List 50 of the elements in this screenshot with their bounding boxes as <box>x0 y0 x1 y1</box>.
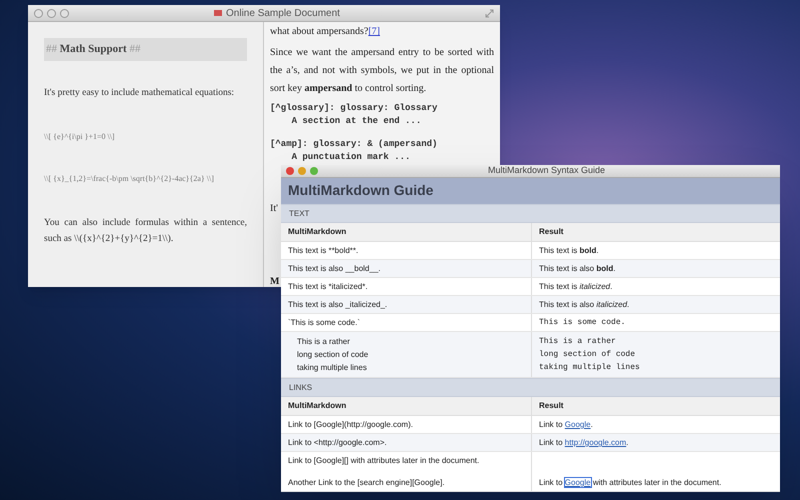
section-label: TEXT <box>289 208 310 220</box>
table-cell-text: This text is also _italicized_. <box>287 299 388 311</box>
table-cell: Link to Google with attributes later in the document. <box>539 477 722 488</box>
table-cell: This is some code. <box>531 314 780 331</box>
column-header: MultiMarkdown <box>287 400 348 412</box>
table-cell-text: This text is **bold**. <box>287 245 360 257</box>
code-text: [^glossary]: glossary: Glossary A section at the end ... <box>270 102 438 128</box>
table-cell-text: Link to [Google][] with attributes later in the document. Another Link to the [search engine][Google]. <box>287 455 480 489</box>
table-cell-text: Link to [Google](http://google.com). <box>287 419 414 431</box>
table-cell: Link to Google. <box>539 419 593 430</box>
document-icon <box>214 10 222 16</box>
guide-heading: MultiMarkdown Guide <box>288 181 434 200</box>
fullscreen-icon[interactable] <box>485 8 494 18</box>
table-cell: This is a rather long section of code taking multiple lines <box>531 332 780 377</box>
column-header: Result <box>531 397 780 415</box>
paragraph: It's pretty easy to include mathematical equations: <box>44 86 236 100</box>
column-header: MultiMarkdown <box>287 226 348 238</box>
table-cell-text: This is a rather long section of code taking multiple lines <box>296 336 370 374</box>
table-cell-text: This text is also __bold__. <box>287 263 382 275</box>
table-cell-text: `This is some code.` <box>287 317 362 329</box>
table-cell: This text is italicized. <box>531 278 780 295</box>
math-equation: \\[ {e}^{i\pi }+1=0 \\] <box>44 130 115 142</box>
minimize-button[interactable] <box>47 8 56 18</box>
paragraph: It' <box>270 202 278 216</box>
section-label: LINKS <box>289 382 312 394</box>
section-heading: ## Math Support ## <box>44 38 247 60</box>
minimize-button[interactable] <box>298 166 306 175</box>
window-title: Online Sample Document <box>226 6 340 20</box>
code-text: [^amp]: glossary: & (ampersand) A punctuation mark ... <box>270 138 438 164</box>
table-cell: This text is also bold. <box>531 260 780 277</box>
close-button[interactable] <box>286 166 294 175</box>
link[interactable]: Google <box>564 420 591 429</box>
table-cell: This text is also italicized. <box>531 296 780 313</box>
section-heading: M <box>270 275 280 287</box>
table-cell-text: This text is *italicized*. <box>287 281 369 293</box>
window-title: MultiMarkdown Syntax Guide <box>488 166 606 176</box>
table-cell: This text is bold. <box>531 242 780 259</box>
paragraph: Since we want the ampersand entry to be sorted with the a’s, and not with symbols, we put in the optional sort key ampersand to control sorting. <box>270 46 494 96</box>
column-header: Result <box>531 223 780 241</box>
table-cell-text: Link to <http://google.com>. <box>287 437 388 449</box>
link[interactable]: Google <box>564 478 591 487</box>
zoom-button[interactable] <box>60 8 69 18</box>
footnote-link[interactable]: [7] <box>368 24 380 40</box>
math-equation: \\[ {x}_{1,2}=\frac{-b\pm \sqrt{b}^{2}-4ac}{2a} \\] <box>44 172 214 184</box>
paragraph: You can also include formulas within a sentence, such as \\({x}^{2}+{y}^{2}=1\\). <box>44 216 247 246</box>
paragraph: what about ampersands? <box>270 25 368 39</box>
link[interactable]: http://google.com <box>564 438 626 447</box>
zoom-button[interactable] <box>310 166 318 175</box>
table-cell: Link to http://google.com. <box>539 437 628 448</box>
close-button[interactable] <box>34 8 43 18</box>
